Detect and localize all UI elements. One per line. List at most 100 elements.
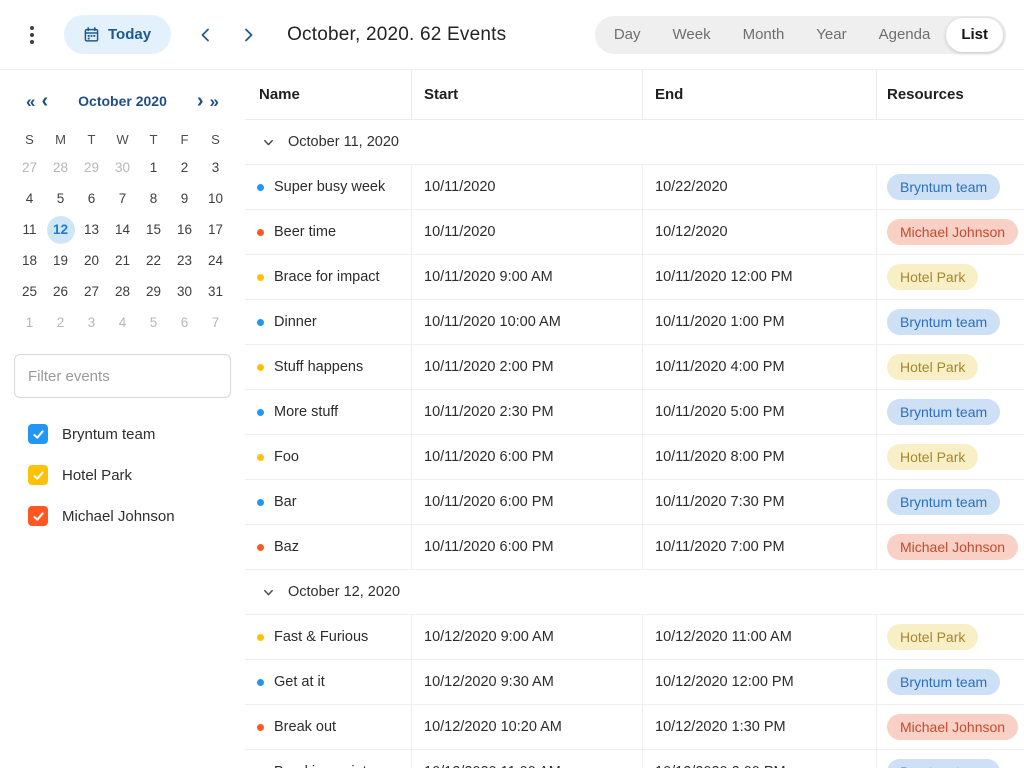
event-row[interactable]: Get at it10/12/2020 9:30 AM10/12/2020 12…: [245, 660, 1024, 705]
mini-calendar-day[interactable]: 17: [200, 214, 231, 245]
mini-calendar-day[interactable]: 7: [107, 183, 138, 214]
today-button[interactable]: Today: [64, 15, 171, 54]
checkbox-checked-icon[interactable]: [28, 506, 48, 526]
event-row[interactable]: Super busy week10/11/202010/22/2020Brynt…: [245, 165, 1024, 210]
event-row[interactable]: Dinner10/11/2020 10:00 AM10/11/2020 1:00…: [245, 300, 1024, 345]
event-row[interactable]: Breaking point10/12/2020 11:00 AM10/12/2…: [245, 750, 1024, 768]
view-tab-agenda[interactable]: Agenda: [863, 16, 947, 54]
chevron-down-icon[interactable]: [262, 136, 275, 149]
mini-calendar-day[interactable]: 29: [138, 276, 169, 307]
mini-calendar-day[interactable]: 6: [76, 183, 107, 214]
event-row[interactable]: Baz10/11/2020 6:00 PM10/11/2020 7:00 PMM…: [245, 525, 1024, 570]
checkbox-checked-icon[interactable]: [28, 465, 48, 485]
mini-calendar-day-selected[interactable]: 12: [45, 214, 76, 245]
column-header-end[interactable]: End: [643, 70, 877, 119]
event-resources-cell: Bryntum team: [877, 300, 1024, 344]
prev-month-icon[interactable]: ‹: [38, 91, 51, 111]
mini-calendar-day[interactable]: 1: [14, 307, 45, 338]
column-header-name[interactable]: Name: [245, 70, 412, 119]
event-row[interactable]: Bar10/11/2020 6:00 PM10/11/2020 7:30 PMB…: [245, 480, 1024, 525]
mini-calendar-day[interactable]: 13: [76, 214, 107, 245]
mini-calendar-day[interactable]: 21: [107, 245, 138, 276]
mini-calendar-day[interactable]: 2: [45, 307, 76, 338]
weekday-label: S: [14, 126, 45, 152]
view-tab-month[interactable]: Month: [727, 16, 801, 54]
mini-calendar-day[interactable]: 25: [14, 276, 45, 307]
event-name-cell: Break out: [245, 705, 412, 749]
event-row[interactable]: Brace for impact10/11/2020 9:00 AM10/11/…: [245, 255, 1024, 300]
mini-calendar-day[interactable]: 19: [45, 245, 76, 276]
chevron-down-icon[interactable]: [262, 586, 275, 599]
prev-year-icon[interactable]: «: [23, 93, 38, 110]
toolbar: Today October, 2020. 62 Events DayWeekMo…: [0, 0, 1024, 70]
mini-calendar-day[interactable]: 23: [169, 245, 200, 276]
filter-events-input[interactable]: [14, 354, 231, 398]
mini-calendar-day[interactable]: 6: [169, 307, 200, 338]
mini-calendar-day[interactable]: 29: [76, 152, 107, 183]
event-row[interactable]: Beer time10/11/202010/12/2020Michael Joh…: [245, 210, 1024, 255]
view-tab-year[interactable]: Year: [800, 16, 862, 54]
mini-calendar-day[interactable]: 9: [169, 183, 200, 214]
event-row[interactable]: More stuff10/11/2020 2:30 PM10/11/2020 5…: [245, 390, 1024, 435]
mini-calendar-day[interactable]: 20: [76, 245, 107, 276]
column-header-start[interactable]: Start: [412, 70, 643, 119]
view-tab-list[interactable]: List: [946, 18, 1003, 52]
group-row[interactable]: October 11, 2020: [245, 120, 1024, 165]
mini-calendar-day[interactable]: 5: [45, 183, 76, 214]
event-row[interactable]: Fast & Furious10/12/2020 9:00 AM10/12/20…: [245, 615, 1024, 660]
mini-calendar-day[interactable]: 30: [107, 152, 138, 183]
mini-calendar-day[interactable]: 5: [138, 307, 169, 338]
mini-calendar-day[interactable]: 26: [45, 276, 76, 307]
mini-calendar-day[interactable]: 4: [107, 307, 138, 338]
mini-calendar-day[interactable]: 11: [14, 214, 45, 245]
day-number: 21: [109, 247, 137, 275]
mini-calendar-day[interactable]: 1: [138, 152, 169, 183]
event-row[interactable]: Foo10/11/2020 6:00 PM10/11/2020 8:00 PMH…: [245, 435, 1024, 480]
resource-badge: Hotel Park: [887, 354, 978, 380]
mini-calendar-day[interactable]: 16: [169, 214, 200, 245]
event-start-cell: 10/12/2020 11:00 AM: [412, 750, 643, 768]
mini-calendar-day[interactable]: 28: [107, 276, 138, 307]
next-month-icon[interactable]: ›: [194, 91, 207, 111]
mini-calendar-day[interactable]: 31: [200, 276, 231, 307]
column-header-resources[interactable]: Resources: [877, 70, 1024, 119]
kebab-menu-icon[interactable]: [24, 20, 40, 50]
mini-calendar-day[interactable]: 14: [107, 214, 138, 245]
mini-calendar-day[interactable]: 3: [200, 152, 231, 183]
mini-calendar-day[interactable]: 30: [169, 276, 200, 307]
mini-calendar-day[interactable]: 15: [138, 214, 169, 245]
prev-button[interactable]: [193, 22, 219, 48]
event-color-dot: [257, 499, 264, 506]
mini-calendar-day[interactable]: 7: [200, 307, 231, 338]
mini-calendar-day[interactable]: 2: [169, 152, 200, 183]
event-start-cell: 10/11/2020: [412, 210, 643, 254]
event-end-cell: 10/11/2020 1:00 PM: [643, 300, 877, 344]
mini-calendar-day[interactable]: 27: [14, 152, 45, 183]
mini-calendar-day[interactable]: 18: [14, 245, 45, 276]
resource-filter-michael-johnson[interactable]: Michael Johnson: [28, 506, 231, 526]
group-row[interactable]: October 12, 2020: [245, 570, 1024, 615]
mini-calendar-day[interactable]: 27: [76, 276, 107, 307]
mini-calendar-day[interactable]: 28: [45, 152, 76, 183]
mini-calendar-day[interactable]: 24: [200, 245, 231, 276]
resource-filter-bryntum-team[interactable]: Bryntum team: [28, 424, 231, 444]
next-year-icon[interactable]: »: [207, 93, 222, 110]
event-resources-cell: Bryntum team: [877, 660, 1024, 704]
mini-calendar-day[interactable]: 4: [14, 183, 45, 214]
mini-calendar-day[interactable]: 3: [76, 307, 107, 338]
checkbox-checked-icon[interactable]: [28, 424, 48, 444]
event-end-cell: 10/11/2020 4:00 PM: [643, 345, 877, 389]
event-row[interactable]: Break out10/12/2020 10:20 AM10/12/2020 1…: [245, 705, 1024, 750]
view-tab-day[interactable]: Day: [598, 16, 657, 54]
view-tab-week[interactable]: Week: [657, 16, 727, 54]
mini-calendar-day[interactable]: 10: [200, 183, 231, 214]
event-resources-cell: Bryntum team: [877, 480, 1024, 524]
resource-filter-hotel-park[interactable]: Hotel Park: [28, 465, 231, 485]
mini-calendar-day[interactable]: 22: [138, 245, 169, 276]
mini-calendar-weekday-row: SMTWTFS: [14, 126, 231, 152]
mini-calendar-day[interactable]: 8: [138, 183, 169, 214]
next-button[interactable]: [235, 22, 261, 48]
resource-label: Bryntum team: [62, 426, 155, 443]
day-number: 9: [171, 185, 199, 213]
event-row[interactable]: Stuff happens10/11/2020 2:00 PM10/11/202…: [245, 345, 1024, 390]
